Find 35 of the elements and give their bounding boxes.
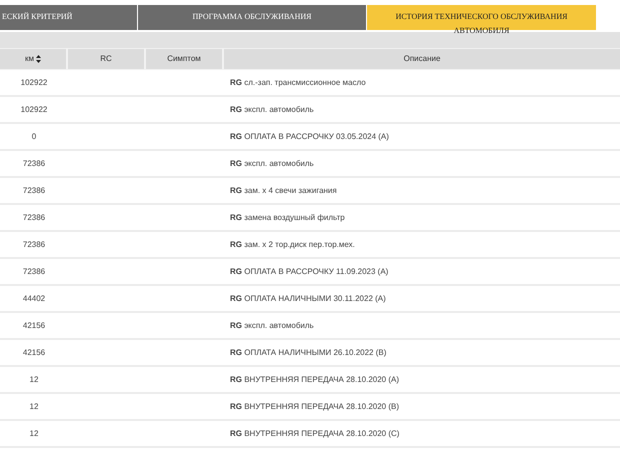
table-cell: 12 (30, 402, 38, 410)
table-cell: RG ВНУТРЕННЯЯ ПЕРЕДАЧА 28.10.2020 (B) (230, 402, 400, 410)
sort-icon[interactable] (36, 55, 41, 63)
table-cell: 102922 (20, 104, 48, 114)
table-cell: 12 (30, 374, 38, 384)
table-cell: RG ОПЛАТА В РАССРОЧКУ 03.05.2024 (A) (230, 132, 389, 140)
column-header: RC (68, 49, 146, 69)
table-cell: RG экспл. автомобиль (230, 320, 314, 330)
table-cell: RG экспл. автомобиль (230, 104, 314, 114)
table-cell: RG ОПЛАТА НАЛИЧНЫМИ 30.11.2022 (A) (230, 294, 386, 302)
tab[interactable]: ПРОГРАММА ОБСЛУЖИВАНИЯ (138, 5, 366, 30)
table-cell: 0 (32, 132, 36, 140)
table-cell: 72386 (22, 212, 46, 222)
tab[interactable]: ЕСКИЙ КРИТЕРИЙ (0, 5, 137, 30)
column-header: Симптом (146, 49, 224, 69)
table-cell: RG ОПЛАТА В РАССРОЧКУ 11.09.2023 (A) (230, 266, 388, 276)
table-cell: 72386 (22, 186, 46, 194)
table-cell: RG сл.-зап. трансмиссионное масло (230, 78, 366, 86)
table-cell: 42156 (22, 320, 46, 330)
table-cell: RG ВНУТРЕННЯЯ ПЕРЕДАЧА 28.10.2020 (C) (230, 428, 400, 438)
table-cell: RG замена воздушный фильтр (230, 212, 345, 222)
table-cell: 72386 (22, 240, 46, 248)
column-header: Описание (402, 53, 442, 65)
table-cell: 44402 (22, 294, 46, 302)
table-cell: 72386 (22, 266, 46, 276)
table-cell: RG зам. x 4 свечи зажигания (230, 186, 337, 194)
table-cell: 72386 (22, 158, 46, 168)
table-cell: RG экспл. автомобиль (230, 158, 314, 168)
table-cell: 102922 (20, 78, 48, 86)
table-cell: RG ВНУТРЕННЯЯ ПЕРЕДАЧА 28.10.2020 (A) (230, 374, 400, 384)
table-cell: RG ОПЛАТА НАЛИЧНЫМИ 26.10.2022 (B) (230, 348, 386, 356)
table-cell: 12 (30, 428, 38, 438)
table-cell: 42156 (22, 348, 46, 356)
column-header[interactable]: км (0, 49, 68, 69)
table-cell: RG зам. x 2 тор.диск пер.тор.мех. (230, 240, 355, 248)
